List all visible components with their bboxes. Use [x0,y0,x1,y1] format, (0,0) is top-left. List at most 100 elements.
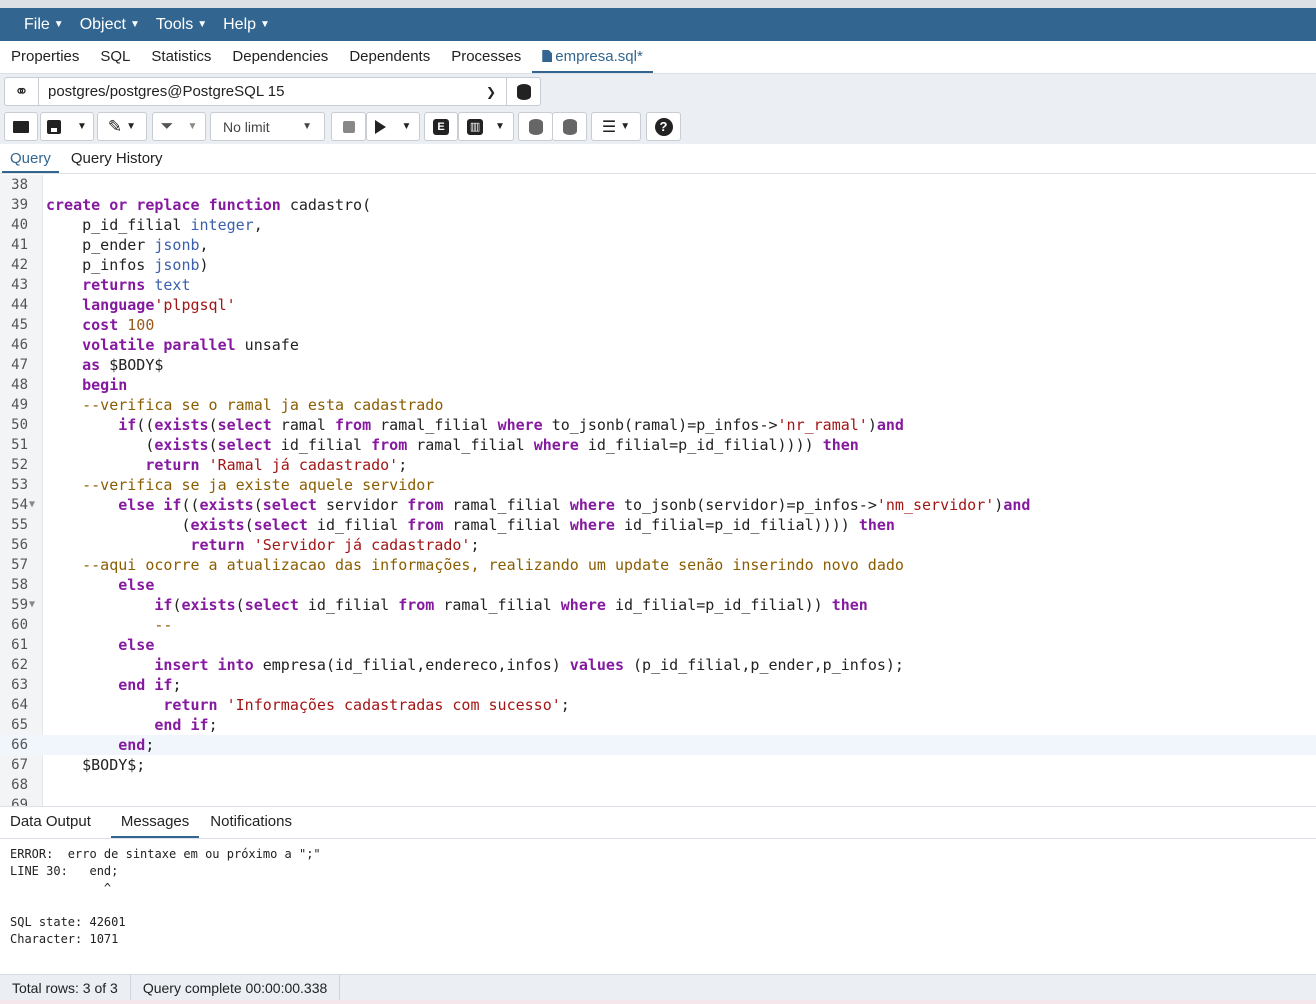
window-bottom-strip [0,1000,1316,1004]
chevron-down-icon[interactable]: ▼ [402,121,412,132]
open-file-button[interactable] [4,112,38,141]
window-top-strip [0,0,1316,8]
code-line[interactable]: 59 ▼ if(exists(select id_filial from rama… [0,595,1316,615]
document-icon [542,50,553,62]
execute-button[interactable]: ▼ [366,112,420,141]
code-line[interactable]: 54 ▼ else if((exists(select servidor from… [0,495,1316,515]
line-number: 69 [11,797,28,806]
rollback-icon [562,118,577,135]
tab-properties[interactable]: Properties [11,48,79,73]
code-line[interactable]: 67 $BODY$; [0,755,1316,775]
tab-query-history[interactable]: Query History [71,150,163,173]
macros-button[interactable]: ☰ ▼ [591,112,641,141]
code-text: end; [118,736,155,754]
filter-button[interactable]: ⏷ ▼ [152,112,206,141]
chevron-down-icon[interactable]: ▼ [187,121,197,132]
database-icon-button[interactable] [506,78,540,105]
help-button[interactable]: ? [646,112,681,141]
code-line[interactable]: 61 else [0,635,1316,655]
code-line[interactable]: 52 return 'Ramal já cadastrado'; [0,455,1316,475]
code-line[interactable]: 53 --verifica se ja existe aquele servid… [0,475,1316,495]
code-line[interactable]: 57 --aqui ocorre a atualizacao das infor… [0,555,1316,575]
code-line[interactable]: 68 [0,775,1316,795]
code-line[interactable]: 42 p_infos jsonb) [0,255,1316,275]
tab-dependencies[interactable]: Dependencies [232,48,328,73]
code-line[interactable]: 39 create or replace function cadastro( [0,195,1316,215]
commit-button[interactable] [518,112,553,141]
code-text: if(exists(select id_filial from ramal_fi… [154,596,868,614]
tab-query[interactable]: Query [2,150,59,173]
code-line[interactable]: 45 cost 100 [0,315,1316,335]
tab-data-output[interactable]: Data Output [10,813,91,838]
fold-toggle-icon[interactable]: ▼ [29,595,35,615]
code-text: return 'Ramal já cadastrado'; [145,456,408,474]
code-text: else [118,636,155,654]
menu-bar: File ▼ Object ▼ Tools ▼ Help ▼ [0,8,1316,41]
line-number: 60 [11,617,28,633]
tab-query-tool-file[interactable]: empresa.sql* [532,48,653,73]
code-text: returns text [82,276,191,294]
code-line[interactable]: 40 p_id_filial integer, [0,215,1316,235]
code-line[interactable]: 49 --verifica se o ramal ja esta cadastr… [0,395,1316,415]
edit-button[interactable]: ✎ ▼ [97,112,147,141]
connection-select[interactable]: ⚭ postgres/postgres@PostgreSQL 15 ❯ [4,77,541,106]
code-line[interactable]: 63 end if; [0,675,1316,695]
line-number: 39 [11,197,28,213]
menu-tools[interactable]: Tools ▼ [156,16,207,34]
code-text: volatile parallel unsafe [82,336,299,354]
code-line[interactable]: 41 p_ender jsonb, [0,235,1316,255]
chevron-down-icon[interactable]: ▼ [77,121,87,132]
tab-statistics[interactable]: Statistics [151,48,211,73]
code-text: as $BODY$ [82,356,164,374]
chevron-down-icon[interactable]: ▼ [126,121,136,132]
code-line[interactable]: 69 [0,795,1316,806]
line-number: 57 [11,557,28,573]
code-text: p_infos jsonb) [46,256,209,274]
explain-button[interactable]: E [424,112,458,141]
menu-help[interactable]: Help ▼ [223,16,270,34]
code-line[interactable]: 64 return 'Informações cadastradas com s… [0,695,1316,715]
menu-object[interactable]: Object ▼ [80,16,140,34]
status-bar: Total rows: 3 of 3 Query complete 00:00:… [0,974,1316,1000]
code-line[interactable]: 48 begin [0,375,1316,395]
code-line[interactable]: 62 insert into empresa(id_filial,enderec… [0,655,1316,675]
line-number: 44 [11,297,28,313]
database-icon [516,83,531,100]
chevron-down-icon: ▼ [302,121,312,132]
fold-toggle-icon[interactable]: ▼ [29,495,35,515]
line-number: 50 [11,417,28,433]
limit-select[interactable]: No limit ▼ [210,112,325,141]
chevron-down-icon[interactable]: ❯ [476,85,506,99]
code-line[interactable]: 66 end; [0,735,1316,755]
tab-processes[interactable]: Processes [451,48,521,73]
explain-analyze-button[interactable]: ▥ ▼ [458,112,514,141]
tab-notifications[interactable]: Notifications [210,813,292,838]
code-line[interactable]: 46 volatile parallel unsafe [0,335,1316,355]
code-line[interactable]: 38 [0,175,1316,195]
line-number: 41 [11,237,28,253]
sql-editor[interactable]: 38 39 create or replace function cadastro(… [0,175,1316,806]
tab-sql[interactable]: SQL [100,48,130,73]
chevron-down-icon[interactable]: ▼ [495,121,505,132]
plug-icon[interactable]: ⚭ [5,78,39,105]
menu-file[interactable]: File ▼ [24,16,64,34]
line-number: 67 [11,757,28,773]
code-line[interactable]: 55 (exists(select id_filial from ramal_f… [0,515,1316,535]
query-toolbar: ▼ ✎ ▼ ⏷ ▼ No limit ▼ ▼ E ▥ ▼ ☰ ▼ ? [0,110,1316,144]
code-line[interactable]: 51 (exists(select id_filial from ramal_f… [0,435,1316,455]
code-line[interactable]: 50 if((exists(select ramal from ramal_fi… [0,415,1316,435]
code-line[interactable]: 58 else [0,575,1316,595]
code-line[interactable]: 60 -- [0,615,1316,635]
code-line[interactable]: 47 as $BODY$ [0,355,1316,375]
cancel-query-button[interactable] [331,112,366,141]
rollback-button[interactable] [552,112,587,141]
chevron-down-icon[interactable]: ▼ [620,121,630,132]
code-line[interactable]: 65 end if; [0,715,1316,735]
code-line[interactable]: 56 return 'Servidor já cadastrado'; [0,535,1316,555]
line-number: 66 [11,737,28,753]
tab-messages[interactable]: Messages [110,813,200,838]
tab-dependents[interactable]: Dependents [349,48,430,73]
save-file-button[interactable]: ▼ [40,112,94,141]
code-line[interactable]: 43 returns text [0,275,1316,295]
code-line[interactable]: 44 language'plpgsql' [0,295,1316,315]
